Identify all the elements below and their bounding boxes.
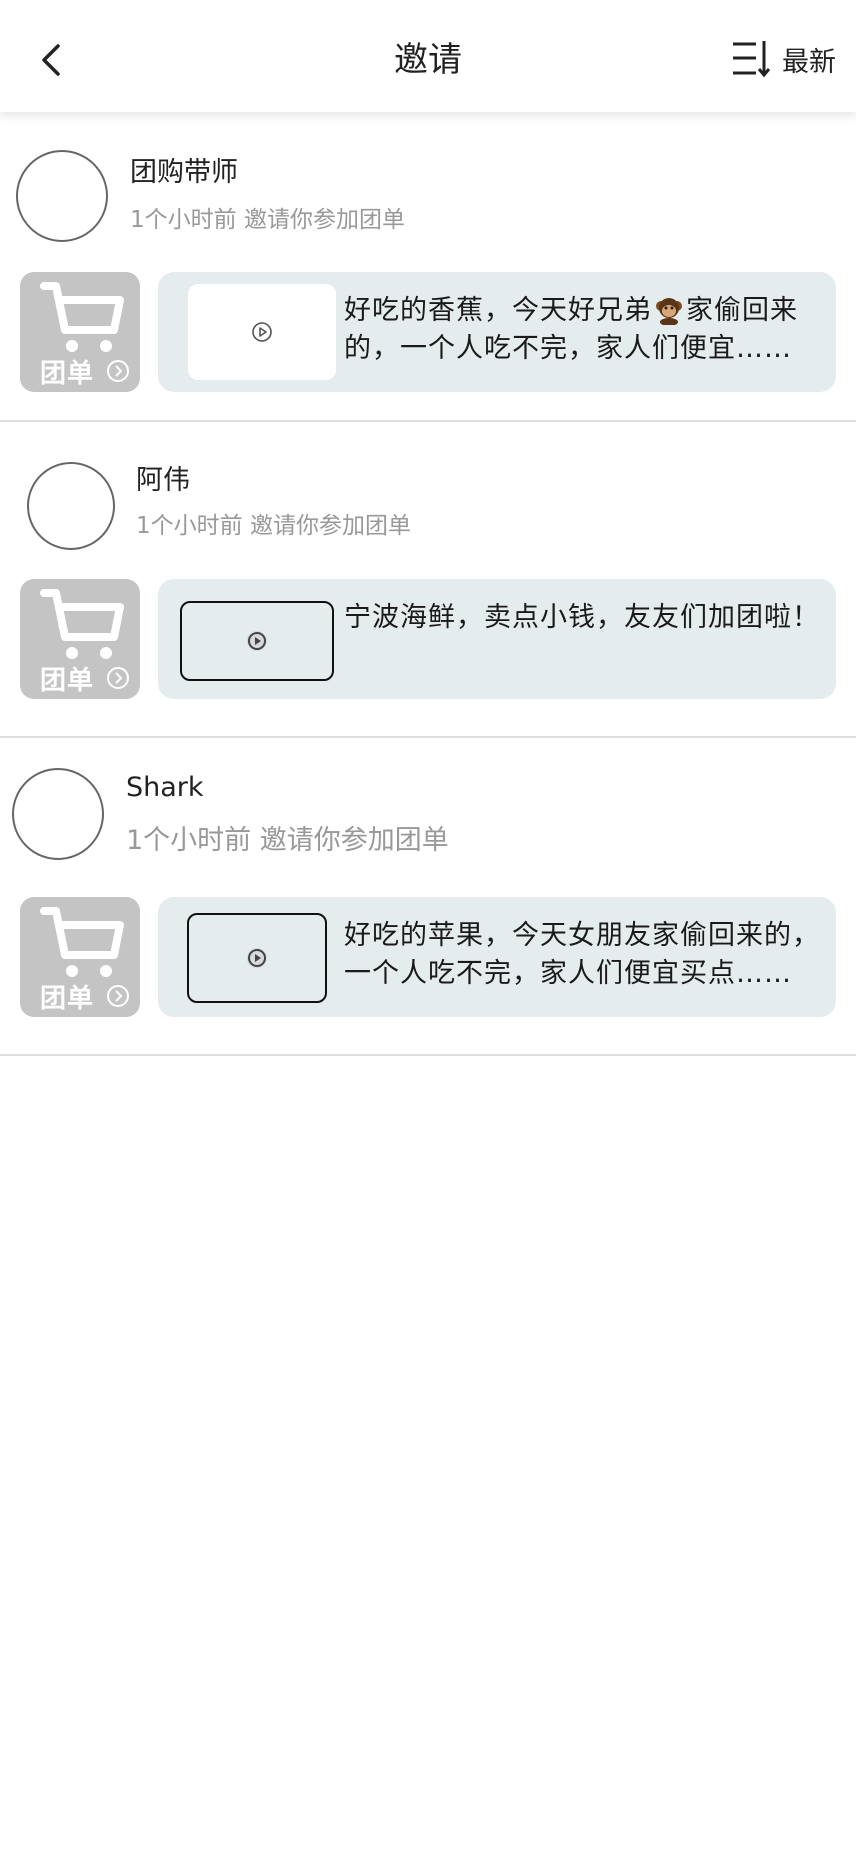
play-icon bbox=[247, 948, 267, 968]
avatar[interactable] bbox=[16, 150, 108, 242]
page-title: 邀请 bbox=[394, 40, 462, 80]
video-thumbnail[interactable] bbox=[187, 913, 327, 1003]
sort-lines-icon bbox=[733, 41, 771, 78]
group-order-button[interactable]: 团单 bbox=[20, 579, 140, 699]
avatar[interactable] bbox=[12, 768, 104, 860]
invite-list: 团购带师 1个小时前 邀请你参加团单 团单 好吃的香蕉，今天好兄弟 家偷回来 的… bbox=[0, 112, 856, 1056]
invite-meta: 1个小时前 邀请你参加团单 bbox=[126, 825, 449, 856]
username[interactable]: 团购带师 bbox=[130, 150, 238, 189]
group-order-label: 团单 bbox=[40, 984, 95, 1014]
invite-item: 阿伟 1个小时前 邀请你参加团单 团单 宁波海鲜，卖点小钱，友友们加团啦！ bbox=[0, 422, 856, 738]
play-icon bbox=[252, 322, 272, 342]
video-thumbnail[interactable] bbox=[188, 284, 336, 380]
group-order-button[interactable]: 团单 bbox=[20, 272, 140, 392]
group-order-button[interactable]: 团单 bbox=[20, 897, 140, 1017]
chevron-right-circle-icon bbox=[107, 985, 129, 1007]
monkey-emoji-icon bbox=[656, 298, 682, 325]
username[interactable]: 阿伟 bbox=[136, 458, 190, 497]
post-card[interactable]: 好吃的香蕉，今天好兄弟 家偷回来 的，一个人吃不完，家人们便宜…… bbox=[158, 272, 836, 392]
top-bar: 邀请 最新 bbox=[0, 0, 856, 112]
chevron-right-circle-icon bbox=[107, 360, 129, 382]
invite-item: Shark 1个小时前 邀请你参加团单 团单 好吃的苹果，今天女朋友家偷回来的，… bbox=[0, 738, 856, 1056]
sort-label: 最新 bbox=[782, 46, 836, 78]
post-card[interactable]: 宁波海鲜，卖点小钱，友友们加团啦！ bbox=[158, 579, 836, 699]
avatar[interactable] bbox=[27, 462, 115, 550]
chevron-right-circle-icon bbox=[107, 667, 129, 689]
post-description: 宁波海鲜，卖点小钱，友友们加团啦！ bbox=[344, 602, 820, 633]
post-card[interactable]: 好吃的苹果，今天女朋友家偷回来的， 一个人吃不完，家人们便宜买点…… bbox=[158, 897, 836, 1017]
cart-icon bbox=[40, 282, 124, 352]
post-description: 好吃的苹果，今天女朋友家偷回来的， 一个人吃不完，家人们便宜买点…… bbox=[344, 920, 820, 989]
invite-meta: 1个小时前 邀请你参加团单 bbox=[136, 513, 411, 539]
group-order-label: 团单 bbox=[40, 359, 95, 389]
username[interactable]: Shark bbox=[126, 772, 204, 803]
back-button[interactable] bbox=[30, 36, 70, 84]
post-description: 好吃的香蕉，今天好兄弟 家偷回来 的，一个人吃不完，家人们便宜…… bbox=[344, 295, 798, 364]
group-order-label: 团单 bbox=[40, 666, 95, 696]
invite-meta: 1个小时前 邀请你参加团单 bbox=[130, 207, 405, 233]
sort-button[interactable]: 最新 bbox=[730, 34, 836, 84]
play-icon bbox=[247, 631, 267, 651]
chevron-left-icon bbox=[42, 44, 60, 76]
cart-icon bbox=[40, 907, 124, 977]
invite-item: 团购带师 1个小时前 邀请你参加团单 团单 好吃的香蕉，今天好兄弟 家偷回来 的… bbox=[0, 112, 856, 422]
video-thumbnail[interactable] bbox=[180, 601, 334, 681]
cart-icon bbox=[40, 589, 124, 659]
